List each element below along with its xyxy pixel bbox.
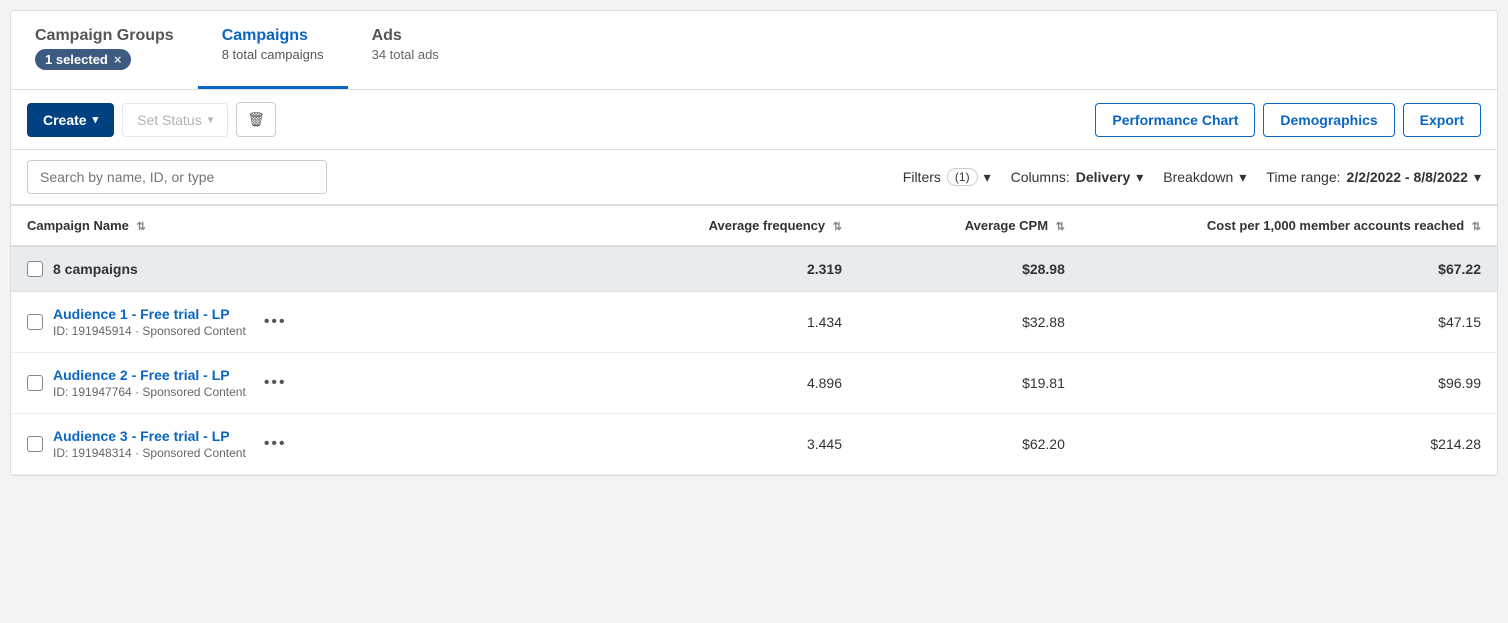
campaign-link-0[interactable]: Audience 1 - Free trial - LP xyxy=(53,306,246,322)
row-options-0[interactable]: ••• xyxy=(256,309,295,335)
col-header-name: Campaign Name ⇅ xyxy=(11,206,635,247)
row-cost-0: $47.15 xyxy=(1081,292,1497,353)
tab-campaign-groups-title: Campaign Groups xyxy=(35,27,174,45)
tab-ads[interactable]: Ads 34 total ads xyxy=(348,11,463,89)
row-options-1[interactable]: ••• xyxy=(256,370,295,396)
row-options-2[interactable]: ••• xyxy=(256,431,295,457)
tab-campaigns-title: Campaigns xyxy=(222,27,324,45)
toolbar-right: Performance Chart Demographics Export xyxy=(1095,103,1481,137)
summary-name-cell: 8 campaigns xyxy=(11,246,635,292)
row-cpm-1: $19.81 xyxy=(858,353,1081,414)
tab-campaigns-subtitle: 8 total campaigns xyxy=(222,47,324,62)
time-range-chevron-icon: ▾ xyxy=(1474,169,1481,186)
col-header-cost: Cost per 1,000 member accounts reached ⇅ xyxy=(1081,206,1497,247)
summary-checkbox[interactable] xyxy=(27,261,43,277)
time-range-label: Time range: xyxy=(1266,169,1340,185)
filters-dropdown[interactable]: Filters (1) ▾ xyxy=(903,168,991,186)
columns-dropdown[interactable]: Columns: Delivery ▾ xyxy=(1011,169,1144,186)
filter-bar: Filters (1) ▾ Columns: Delivery ▾ Breakd… xyxy=(11,150,1497,205)
summary-cost: $67.22 xyxy=(1081,246,1497,292)
demographics-button[interactable]: Demographics xyxy=(1263,103,1394,137)
columns-label: Columns: xyxy=(1011,169,1070,185)
col-header-freq: Average frequency ⇅ xyxy=(635,206,858,247)
table-header-row: Campaign Name ⇅ Average frequency ⇅ Aver… xyxy=(11,206,1497,247)
time-range-dropdown[interactable]: Time range: 2/2/2022 - 8/8/2022 ▾ xyxy=(1266,169,1481,186)
tab-ads-subtitle: 34 total ads xyxy=(372,47,439,62)
delete-button[interactable]: 🗑 xyxy=(236,102,276,137)
row-name-cell-0: Audience 1 - Free trial - LP ID: 1919459… xyxy=(11,292,635,353)
row-checkbox-0[interactable] xyxy=(27,314,43,330)
toolbar-left: Create Set Status 🗑 xyxy=(27,102,1087,137)
campaign-link-1[interactable]: Audience 2 - Free trial - LP xyxy=(53,367,246,383)
sort-icon-freq[interactable]: ⇅ xyxy=(833,221,842,233)
row-cpm-0: $32.88 xyxy=(858,292,1081,353)
row-checkbox-1[interactable] xyxy=(27,375,43,391)
row-cost-1: $96.99 xyxy=(1081,353,1497,414)
sort-icon-name[interactable]: ⇅ xyxy=(137,221,146,233)
toolbar: Create Set Status 🗑 Performance Chart De… xyxy=(11,90,1497,150)
trash-icon: 🗑 xyxy=(247,111,265,127)
sort-icon-cost[interactable]: ⇅ xyxy=(1472,221,1481,233)
table-row: Audience 2 - Free trial - LP ID: 1919477… xyxy=(11,353,1497,414)
row-freq-0: 1.434 xyxy=(635,292,858,353)
top-tabs: Campaign Groups 1 selected × Campaigns 8… xyxy=(11,11,1497,90)
breakdown-label: Breakdown xyxy=(1163,169,1233,185)
columns-value: Delivery xyxy=(1076,169,1130,185)
filters-chevron-icon: ▾ xyxy=(984,169,991,186)
row-cost-2: $214.28 xyxy=(1081,414,1497,475)
row-checkbox-2[interactable] xyxy=(27,436,43,452)
summary-freq: 2.319 xyxy=(635,246,858,292)
campaign-meta-0: ID: 191945914 · Sponsored Content xyxy=(53,324,246,338)
row-freq-1: 4.896 xyxy=(635,353,858,414)
selected-badge: 1 selected × xyxy=(35,49,131,70)
selected-badge-text: 1 selected xyxy=(45,52,108,67)
filter-controls: Filters (1) ▾ Columns: Delivery ▾ Breakd… xyxy=(903,168,1481,186)
row-cpm-2: $62.20 xyxy=(858,414,1081,475)
set-status-button[interactable]: Set Status xyxy=(122,103,228,137)
create-button[interactable]: Create xyxy=(27,103,114,137)
tab-campaign-groups[interactable]: Campaign Groups 1 selected × xyxy=(11,11,198,89)
search-input[interactable] xyxy=(27,160,327,194)
breakdown-dropdown[interactable]: Breakdown ▾ xyxy=(1163,169,1246,186)
tab-campaigns[interactable]: Campaigns 8 total campaigns xyxy=(198,11,348,89)
col-header-cpm: Average CPM ⇅ xyxy=(858,206,1081,247)
row-name-cell-2: Audience 3 - Free trial - LP ID: 1919483… xyxy=(11,414,635,475)
table-row: Audience 1 - Free trial - LP ID: 1919459… xyxy=(11,292,1497,353)
row-freq-2: 3.445 xyxy=(635,414,858,475)
campaign-meta-1: ID: 191947764 · Sponsored Content xyxy=(53,385,246,399)
summary-row: 8 campaigns 2.319 $28.98 $67.22 xyxy=(11,246,1497,292)
summary-cpm: $28.98 xyxy=(858,246,1081,292)
sort-icon-cpm[interactable]: ⇅ xyxy=(1056,221,1065,233)
performance-chart-button[interactable]: Performance Chart xyxy=(1095,103,1255,137)
campaign-meta-2: ID: 191948314 · Sponsored Content xyxy=(53,446,246,460)
summary-count: 8 campaigns xyxy=(53,261,138,277)
row-name-cell-1: Audience 2 - Free trial - LP ID: 1919477… xyxy=(11,353,635,414)
campaign-link-2[interactable]: Audience 3 - Free trial - LP xyxy=(53,428,246,444)
campaigns-table: Campaign Name ⇅ Average frequency ⇅ Aver… xyxy=(11,205,1497,475)
table-row: Audience 3 - Free trial - LP ID: 1919483… xyxy=(11,414,1497,475)
time-range-value: 2/2/2022 - 8/8/2022 xyxy=(1347,169,1468,185)
tab-ads-title: Ads xyxy=(372,27,439,45)
filters-label: Filters xyxy=(903,169,941,185)
breakdown-chevron-icon: ▾ xyxy=(1239,169,1246,186)
filters-count: (1) xyxy=(947,168,978,186)
selected-badge-close[interactable]: × xyxy=(114,52,122,67)
columns-chevron-icon: ▾ xyxy=(1136,169,1143,186)
export-button[interactable]: Export xyxy=(1403,103,1481,137)
